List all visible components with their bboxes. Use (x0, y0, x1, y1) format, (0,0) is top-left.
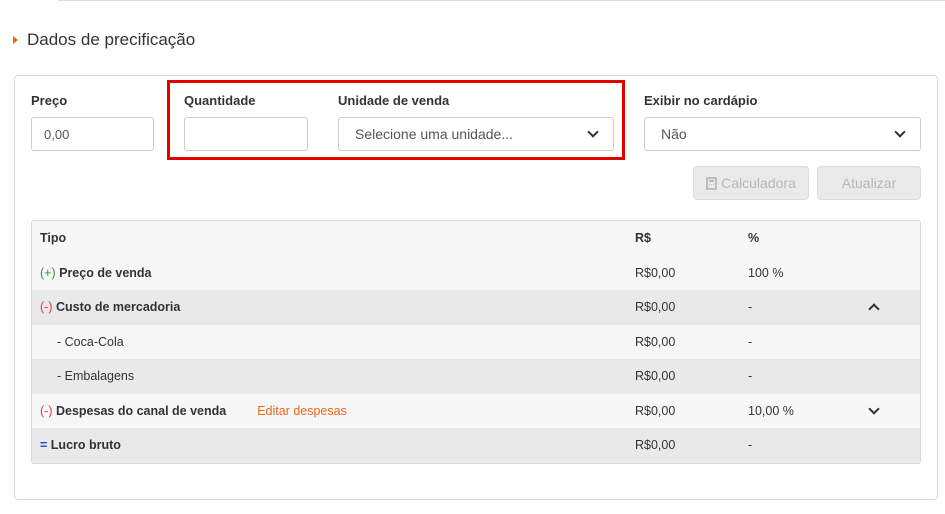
exibir-label: Exibir no cardápio (644, 93, 758, 108)
header-rs: R$ (635, 231, 651, 246)
row-label: - Embalagens (57, 369, 135, 384)
preco-label: Preço (31, 93, 68, 108)
row-rs: R$0,00 (635, 334, 676, 349)
row-pct: 100 % (748, 265, 784, 280)
row-pct: - (748, 334, 753, 349)
header-pct: % (748, 231, 760, 246)
caret-right-icon (13, 36, 18, 44)
pricing-table: Tipo R$ % (+) Preço de venda R$0,00 100 … (31, 220, 921, 464)
row-rs: R$0,00 (635, 403, 676, 418)
row-prefix: (-) (40, 403, 53, 418)
row-rs: R$0,00 (635, 438, 676, 453)
chevron-down-icon (868, 403, 880, 415)
exibir-select[interactable]: Não (644, 117, 921, 151)
table-header-row: Tipo R$ % (32, 221, 920, 256)
table-row: (-) Custo de mercadoria R$0,00 - (32, 290, 920, 325)
header-tipo: Tipo (40, 231, 67, 246)
calculadora-label: Calculadora (721, 175, 796, 191)
atualizar-label: Atualizar (841, 175, 897, 191)
section-header[interactable]: Dados de precificação (13, 30, 195, 50)
row-pct: - (748, 438, 753, 453)
row-rs: R$0,00 (635, 300, 676, 315)
calculadora-button[interactable]: Calculadora (693, 166, 809, 200)
collapse-toggle[interactable] (868, 290, 880, 325)
row-pct: - (748, 300, 753, 315)
row-rs: R$0,00 (635, 369, 676, 384)
highlight-box (167, 80, 625, 160)
row-pct: - (748, 369, 753, 384)
row-prefix: = (40, 438, 48, 453)
chevron-down-icon (894, 126, 906, 138)
top-divider (58, 0, 945, 1)
chevron-up-icon (868, 303, 880, 315)
calculator-icon (706, 176, 718, 190)
row-label: Custo de mercadoria (55, 300, 181, 315)
table-row: - Coca-Cola R$0,00 - (32, 324, 920, 359)
editar-despesas-link[interactable]: Editar despesas (257, 404, 347, 418)
row-label: Despesas do canal de venda (55, 403, 227, 418)
expand-toggle[interactable] (868, 394, 880, 429)
row-rs: R$0,00 (635, 265, 676, 280)
atualizar-button[interactable]: Atualizar (817, 166, 921, 200)
row-prefix: (-) (40, 300, 53, 315)
preco-value: 0,00 (44, 126, 70, 142)
table-row: - Embalagens R$0,00 - (32, 359, 920, 394)
row-label: - Coca-Cola (57, 334, 124, 349)
table-row: = Lucro bruto R$0,00 - (32, 428, 920, 463)
row-label: Preço de venda (59, 265, 152, 280)
section-title: Dados de precificação (27, 30, 196, 49)
row-prefix: (+) (40, 265, 56, 280)
exibir-selected: Não (661, 126, 687, 142)
table-row: (-) Despesas do canal de venda Editar de… (32, 393, 920, 429)
row-label: Lucro bruto (50, 438, 121, 453)
row-pct: 10,00 % (748, 403, 794, 418)
table-row: (+) Preço de venda R$0,00 100 % (32, 255, 920, 290)
preco-input[interactable]: 0,00 (31, 117, 154, 151)
